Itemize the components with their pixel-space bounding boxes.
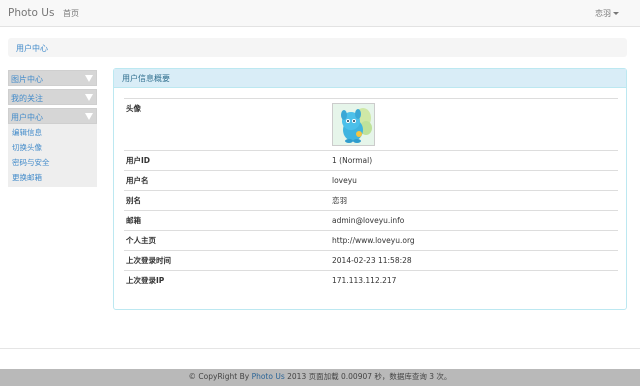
row-value: 171.113.112.217: [328, 270, 618, 291]
row-value: http://www.loveyu.org: [328, 230, 618, 251]
copyright-prefix: © CopyRight By: [188, 372, 252, 381]
row-value: [328, 98, 618, 151]
panel-title: 用户信息概要: [122, 74, 170, 83]
nav-home-link[interactable]: 首页: [63, 8, 79, 19]
footer: © CopyRight By Photo Us 2013 页面加载 0.0090…: [0, 369, 640, 386]
breadcrumb-user-center[interactable]: 用户中心: [16, 43, 48, 54]
sidebar-section-label: 用户中心: [11, 113, 43, 122]
table-row: 个人主页 http://www.loveyu.org: [124, 230, 618, 251]
brand-link[interactable]: Photo Us: [8, 7, 54, 19]
triangle-down-icon: [85, 75, 93, 82]
table-row: 别名 恋羽: [124, 190, 618, 211]
page-stats: 页面加载 0.00907 秒，数据库查询 3 次。: [308, 372, 452, 381]
sidebar-item-password-security[interactable]: 密码与安全: [12, 155, 97, 170]
table-row: 上次登录IP 171.113.112.217: [124, 270, 618, 291]
sidebar-section-following[interactable]: 我的关注: [8, 89, 97, 105]
sidebar-section-pictures[interactable]: 图片中心: [8, 70, 97, 86]
copyright-year: 2013: [284, 372, 309, 381]
sidebar-section-label: 图片中心: [11, 75, 43, 84]
sidebar-item-change-email[interactable]: 更换邮箱: [12, 170, 97, 185]
user-info-panel: 用户信息概要 头像 用户ID 1 (Normal) 用户名 loveyu 别名 …: [113, 68, 627, 310]
table-row: 上次登录时间 2014-02-23 11:58:28: [124, 250, 618, 271]
table-row: 用户名 loveyu: [124, 170, 618, 191]
user-dropdown[interactable]: 恋羽: [595, 8, 619, 19]
footer-site-link[interactable]: Photo Us: [252, 372, 285, 381]
sidebar-user-menu: 编辑信息 切换头像 密码与安全 更换邮箱: [8, 124, 97, 187]
row-key: 别名: [124, 190, 328, 211]
sidebar-section-label: 我的关注: [11, 94, 43, 103]
breadcrumb: 用户中心: [8, 38, 627, 57]
avatar: [332, 103, 375, 146]
row-key: 个人主页: [124, 230, 328, 251]
row-key: 邮箱: [124, 210, 328, 231]
row-value[interactable]: 1 (Normal): [328, 150, 618, 171]
caret-down-icon: [613, 12, 619, 15]
sidebar-section-user-center[interactable]: 用户中心: [8, 108, 97, 124]
row-key: 头像: [124, 98, 328, 151]
row-value: admin@loveyu.info: [328, 210, 618, 231]
sidebar-item-change-avatar[interactable]: 切换头像: [12, 140, 97, 155]
top-navbar: Photo Us 首页 恋羽: [0, 0, 640, 27]
row-key: 用户名: [124, 170, 328, 191]
user-name: 恋羽: [595, 9, 611, 18]
row-key: 上次登录时间: [124, 250, 328, 271]
row-key: 用户ID: [124, 150, 328, 171]
table-row: 邮箱 admin@loveyu.info: [124, 210, 618, 231]
sidebar: 图片中心 我的关注 用户中心 编辑信息 切换头像 密码与安全 更换邮箱: [8, 70, 97, 187]
footer-divider: [0, 348, 640, 349]
row-value: 2014-02-23 11:58:28: [328, 250, 618, 271]
user-info-table: 头像 用户ID 1 (Normal) 用户名 loveyu 别名 恋羽 邮箱 a…: [124, 98, 618, 291]
sidebar-item-edit-info[interactable]: 编辑信息: [12, 125, 97, 140]
triangle-down-icon: [85, 113, 93, 120]
row-value: loveyu: [328, 170, 618, 191]
triangle-down-icon: [85, 94, 93, 101]
row-value: 恋羽: [328, 190, 618, 211]
table-row: 头像: [124, 98, 618, 151]
panel-heading: 用户信息概要: [114, 69, 626, 88]
footer-text: © CopyRight By Photo Us 2013 页面加载 0.0090…: [0, 371, 640, 382]
table-row: 用户ID 1 (Normal): [124, 150, 618, 171]
row-key: 上次登录IP: [124, 270, 328, 291]
